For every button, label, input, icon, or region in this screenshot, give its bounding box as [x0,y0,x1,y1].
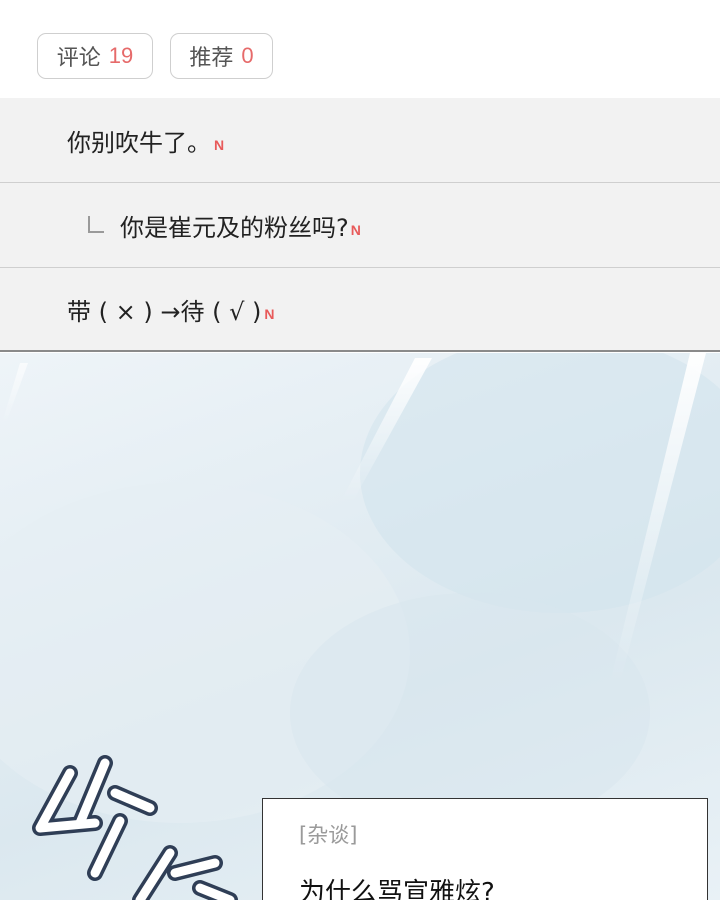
comment-header-bar: 评论 19 推荐 0 [0,0,720,98]
new-badge: N [350,222,361,238]
comment-list: 你别吹牛了。 N 你是崔元及的粉丝吗? N 带 ( × ) →待 ( √ ) N [0,98,720,352]
recommend-tab-label: 推荐 [189,46,234,71]
new-badge: N [214,137,225,153]
comments-count: 19 [108,43,134,68]
post-card: [杂谈] 为什么骂宣雅炫? [262,798,708,900]
comment-row[interactable]: 你别吹牛了。 N [0,98,720,183]
post-tag: [杂谈] [299,823,358,847]
comment-row[interactable]: 带 ( × ) →待 ( √ ) N [0,268,720,352]
comment-text: 带 ( × ) →待 ( √ ) [67,297,262,326]
reply-row[interactable]: 你是崔元及的粉丝吗? N [0,183,720,268]
comment-text: 你别吹牛了。 [67,128,211,157]
comments-tab-label: 评论 [56,46,101,71]
recommend-tab-button[interactable]: 推荐 0 [170,33,273,79]
new-badge: N [264,306,275,322]
reply-arrow-icon [88,215,104,233]
comic-panel: [杂谈] 为什么骂宣雅炫? [0,353,720,900]
comment-text: 你是崔元及的粉丝吗? [120,213,349,242]
post-title: 为什么骂宣雅炫? [299,878,495,900]
comments-tab-button[interactable]: 评论 19 [37,33,153,79]
recommend-count: 0 [241,43,254,68]
